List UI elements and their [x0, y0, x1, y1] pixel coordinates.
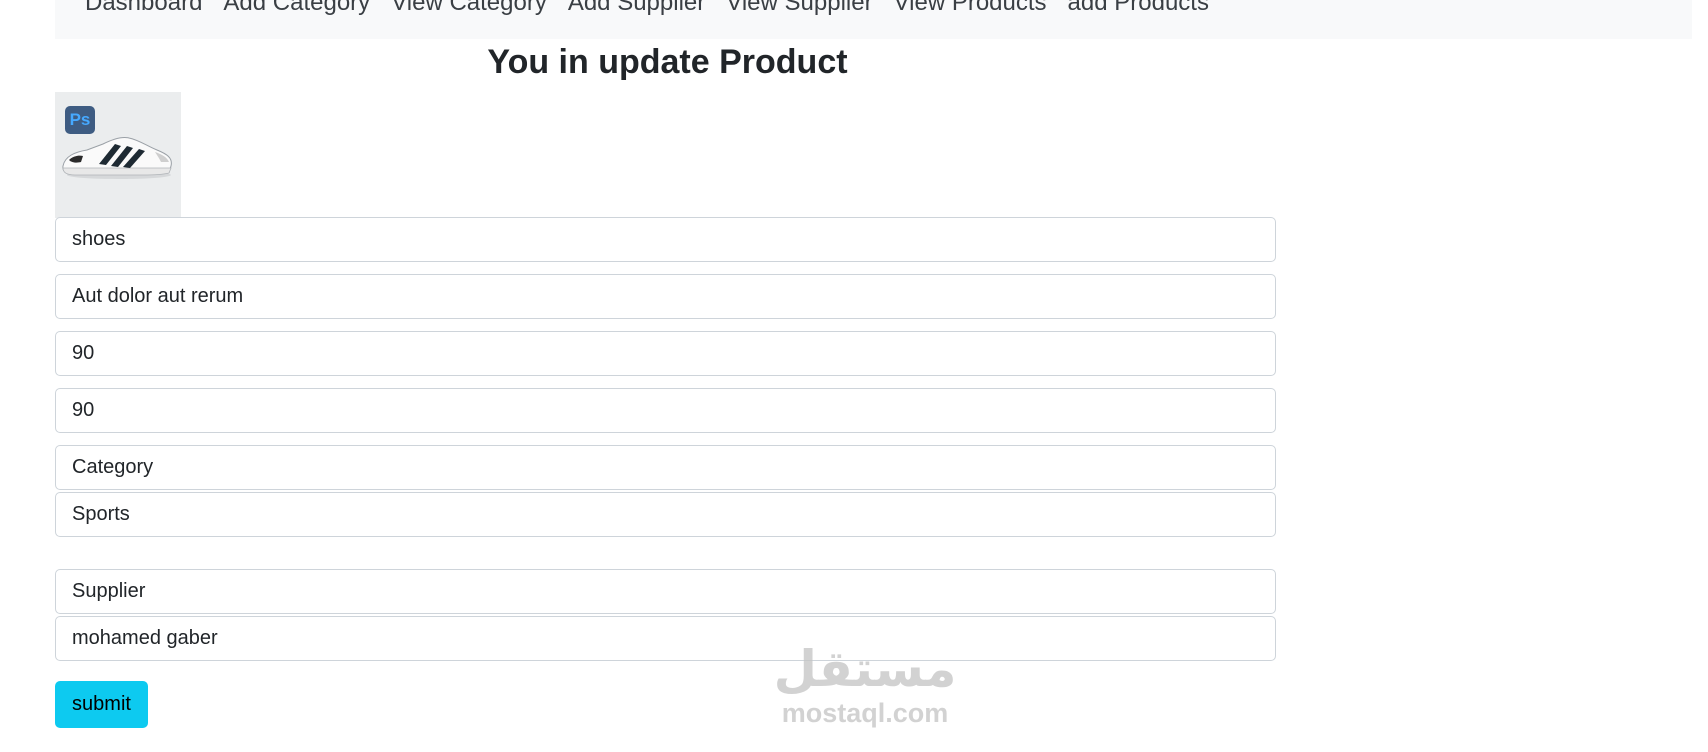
watermark-url: mostaql.com — [781, 698, 949, 728]
supplier-select-value[interactable]: mohamed gaber — [55, 616, 1276, 661]
nav-link-add-category[interactable]: Add Category — [223, 0, 370, 18]
photoshop-badge-icon: Ps — [65, 106, 95, 134]
nav-link-add-supplier[interactable]: Add Supplier — [568, 0, 705, 18]
top-navbar: Dashboard Add Category View Category Add… — [55, 0, 1692, 39]
submit-button[interactable]: submit — [55, 681, 148, 728]
product-description-field[interactable]: Aut dolor aut rerum — [55, 274, 1276, 319]
nav-link-view-category[interactable]: View Category — [391, 0, 547, 18]
nav-link-view-supplier[interactable]: View Supplier — [726, 0, 872, 18]
product-name-field[interactable]: shoes — [55, 217, 1276, 262]
product-image: Ps — [55, 92, 181, 218]
nav-link-view-products[interactable]: View Products — [894, 0, 1047, 18]
nav-link-add-products[interactable]: add Products — [1068, 0, 1209, 18]
product-quantity-field[interactable]: 90 — [55, 388, 1276, 433]
product-price-field[interactable]: 90 — [55, 331, 1276, 376]
page-title: You in update Product — [487, 43, 848, 81]
category-select-value[interactable]: Sports — [55, 492, 1276, 537]
category-select-label[interactable]: Category — [55, 445, 1276, 490]
supplier-select-label[interactable]: Supplier — [55, 569, 1276, 614]
nav-link-dashboard[interactable]: Dashboard — [85, 0, 202, 18]
nav-list: Dashboard Add Category View Category Add… — [55, 0, 1692, 18]
